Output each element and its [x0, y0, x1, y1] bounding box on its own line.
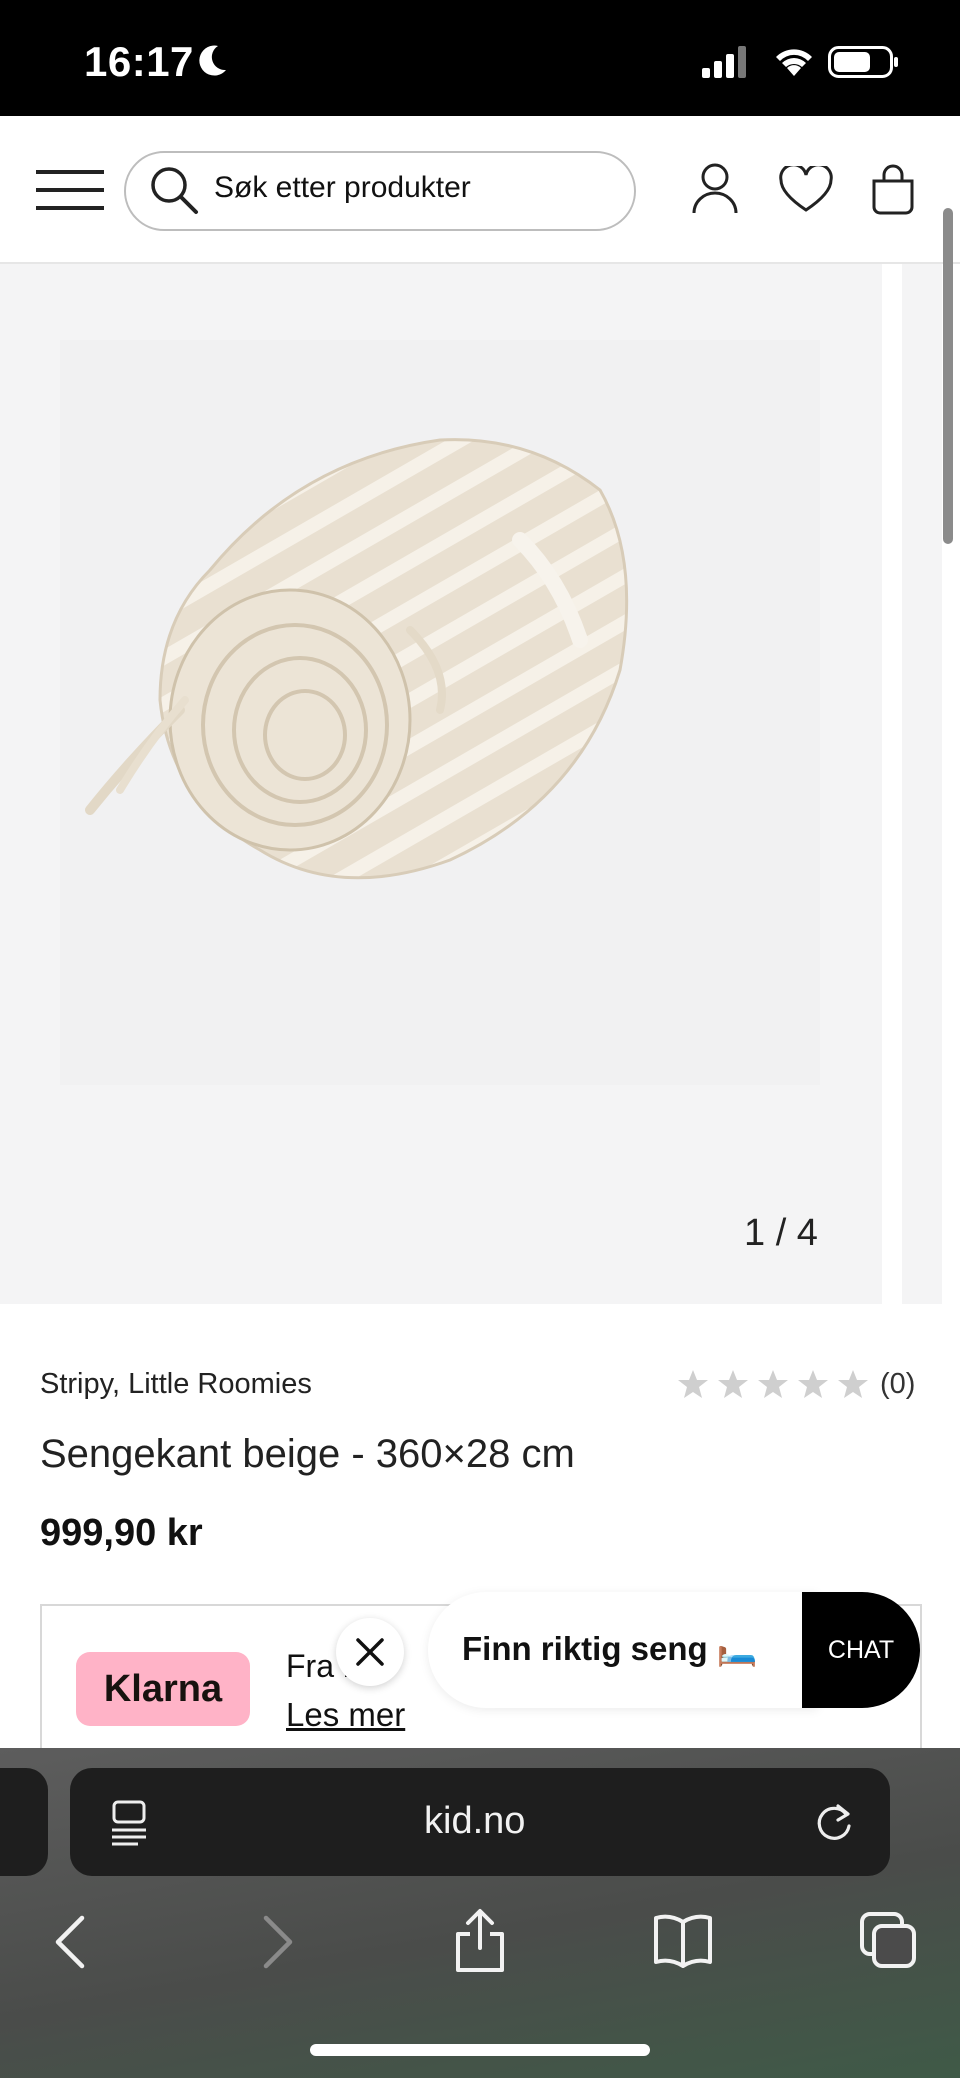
product-price: 999,90 kr — [40, 1512, 203, 1554]
star-icon — [718, 1370, 748, 1398]
chat-button[interactable]: CHAT — [802, 1592, 920, 1708]
image-counter: 1 / 4 — [744, 1212, 818, 1254]
product-image — [60, 340, 820, 1085]
signal-icon — [702, 46, 746, 78]
battery-icon — [828, 46, 898, 78]
bookmarks-book-icon[interactable] — [652, 1912, 714, 1968]
wishlist-heart-icon[interactable] — [778, 166, 834, 214]
star-icon — [798, 1370, 828, 1398]
tabs-overview-icon[interactable] — [858, 1910, 918, 1970]
forward-arrow-icon[interactable] — [260, 1914, 296, 1970]
menu-icon[interactable] — [36, 168, 104, 212]
search-icon — [151, 167, 198, 214]
moon-icon — [199, 45, 226, 76]
chat-prompt-text[interactable]: Finn riktig seng 🛏️ — [462, 1630, 758, 1669]
page-scrollbar[interactable] — [943, 208, 953, 544]
close-icon — [356, 1638, 384, 1666]
chat-close-button[interactable] — [336, 1618, 404, 1686]
page-menu-icon[interactable] — [108, 1800, 152, 1846]
back-arrow-icon[interactable] — [52, 1914, 88, 1970]
shopping-bag-icon[interactable] — [870, 163, 916, 215]
wifi-icon — [776, 49, 812, 76]
klarna-logo: Klarna — [76, 1652, 250, 1726]
previous-tab-peek[interactable] — [0, 1768, 48, 1876]
rolled-bumper-illustration — [85, 438, 629, 880]
share-icon[interactable] — [452, 1908, 508, 1974]
product-brand[interactable]: Stripy, Little Roomies — [40, 1368, 312, 1401]
reload-icon[interactable] — [812, 1800, 856, 1844]
klarna-read-more-link[interactable]: Les mer — [286, 1696, 405, 1734]
status-time: 16:17 — [84, 38, 194, 85]
search-placeholder[interactable]: Søk etter produkter — [214, 171, 471, 205]
account-icon[interactable] — [692, 163, 738, 215]
url-text[interactable]: kid.no — [424, 1800, 525, 1843]
home-indicator — [310, 2044, 650, 2056]
star-icon — [678, 1370, 708, 1398]
product-title: Sengekant beige - 360×28 cm — [40, 1432, 575, 1476]
next-image-peek[interactable] — [902, 264, 942, 1304]
star-icon — [838, 1370, 868, 1398]
rating-stars[interactable] — [676, 1368, 876, 1402]
star-icon — [758, 1370, 788, 1398]
rating-count[interactable]: (0) — [880, 1368, 915, 1401]
